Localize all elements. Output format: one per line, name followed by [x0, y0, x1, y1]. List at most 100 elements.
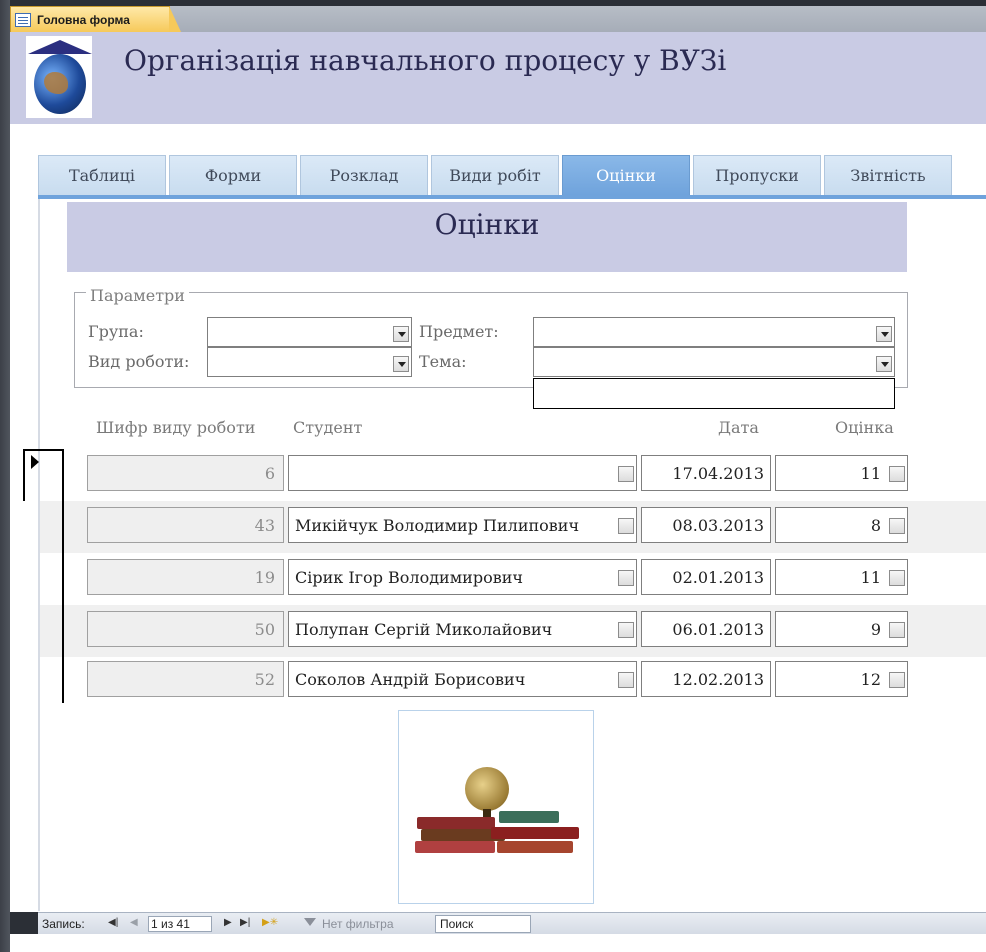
chevron-down-icon[interactable] — [889, 672, 905, 688]
chevron-down-icon[interactable] — [393, 326, 409, 342]
current-record-icon — [31, 455, 39, 469]
topic-combo[interactable] — [533, 347, 895, 377]
chevron-down-icon[interactable] — [889, 466, 905, 482]
grade-combo[interactable]: 11 — [775, 559, 908, 595]
code-value: 6 — [264, 464, 275, 483]
form-icon — [15, 12, 31, 27]
tab-grades[interactable]: Оцінки — [562, 155, 690, 195]
student-value: Сірик Ігор Володимирович — [295, 568, 523, 587]
student-combo[interactable]: Сірик Ігор Володимирович — [288, 559, 637, 595]
book — [499, 811, 559, 823]
code-value: 19 — [254, 568, 275, 587]
document-tab[interactable]: Головна форма — [10, 6, 181, 32]
column-header-code: Шифр виду роботи — [96, 418, 256, 437]
chevron-down-icon[interactable] — [618, 570, 634, 586]
tab-underline — [38, 195, 986, 199]
code-field[interactable]: 52 — [87, 661, 284, 697]
section-title: Оцінки — [434, 208, 540, 241]
date-value: 02.01.2013 — [672, 568, 764, 587]
date-field[interactable]: 17.04.2013 — [641, 455, 771, 491]
worktype-combo[interactable] — [207, 347, 412, 377]
column-header-date: Дата — [718, 418, 759, 437]
previous-record-icon[interactable]: ◀ — [130, 917, 138, 928]
record-label: Запись: — [42, 917, 85, 931]
code-value: 50 — [254, 620, 275, 639]
date-field[interactable]: 12.02.2013 — [641, 661, 771, 697]
search-input[interactable]: Поиск — [435, 915, 531, 933]
grade-value: 9 — [870, 620, 881, 639]
subject-label: Предмет: — [419, 322, 499, 341]
date-field[interactable]: 02.01.2013 — [641, 559, 771, 595]
chevron-down-icon[interactable] — [889, 570, 905, 586]
group-label: Група: — [88, 322, 144, 341]
current-record-field[interactable]: 1 из 41 — [148, 916, 212, 932]
student-combo[interactable]: Полупан Сергій Миколайович — [288, 611, 637, 647]
tab-forms[interactable]: Форми — [169, 155, 297, 195]
grade-combo[interactable]: 8 — [775, 507, 908, 543]
date-value: 12.02.2013 — [672, 670, 764, 689]
tab-reports[interactable]: Звітність — [824, 155, 952, 195]
column-header-grade: Оцінка — [835, 418, 894, 437]
chevron-down-icon[interactable] — [876, 356, 892, 372]
graduation-cap-icon — [28, 40, 92, 54]
chevron-down-icon[interactable] — [876, 326, 892, 342]
record-selector[interactable] — [23, 553, 64, 605]
tab-tables[interactable]: Таблиці — [38, 155, 166, 195]
logo — [26, 36, 92, 118]
topic-dropdown-list[interactable] — [533, 378, 895, 409]
student-combo[interactable] — [288, 455, 637, 491]
record-selector[interactable] — [23, 449, 64, 501]
books-globe-image — [398, 710, 594, 904]
tab-absences[interactable]: Пропуски — [693, 155, 821, 195]
record-selector[interactable] — [23, 501, 64, 553]
grade-value: 12 — [860, 670, 881, 689]
chevron-down-icon[interactable] — [618, 622, 634, 638]
student-value: Микійчук Володимир Пилипович — [295, 516, 580, 535]
globe-icon — [465, 767, 509, 811]
record-selector[interactable] — [23, 605, 64, 657]
date-value: 06.01.2013 — [672, 620, 764, 639]
code-field[interactable]: 50 — [87, 611, 284, 647]
chevron-down-icon[interactable] — [889, 518, 905, 534]
new-record-icon[interactable]: ▶✳ — [262, 917, 278, 928]
tab-schedule[interactable]: Розклад — [300, 155, 428, 195]
grade-combo[interactable]: 11 — [775, 455, 908, 491]
book — [497, 841, 573, 853]
tab-work-types[interactable]: Види робіт — [431, 155, 559, 195]
record-selector[interactable] — [23, 657, 64, 703]
date-value: 17.04.2013 — [672, 464, 764, 483]
window-frame — [0, 0, 10, 952]
last-record-icon[interactable]: ▶| — [240, 917, 250, 928]
globe-icon — [34, 54, 86, 114]
date-field[interactable]: 06.01.2013 — [641, 611, 771, 647]
chevron-down-icon[interactable] — [618, 466, 634, 482]
grade-value: 11 — [860, 568, 881, 587]
chevron-down-icon[interactable] — [889, 622, 905, 638]
code-field[interactable]: 6 — [87, 455, 284, 491]
first-record-icon[interactable]: ◀| — [108, 917, 118, 928]
date-field[interactable]: 08.03.2013 — [641, 507, 771, 543]
chevron-down-icon[interactable] — [618, 518, 634, 534]
grade-combo[interactable]: 12 — [775, 661, 908, 697]
filter-icon — [304, 918, 316, 929]
app-title: Організація навчального процесу у ВУЗі — [124, 44, 727, 77]
code-field[interactable]: 19 — [87, 559, 284, 595]
chevron-down-icon[interactable] — [393, 356, 409, 372]
record-navigation-bar: Запись: ◀| ◀ 1 из 41 ▶ ▶| ▶✳ Нет фильтра… — [38, 912, 986, 934]
grade-value: 8 — [870, 516, 881, 535]
book — [491, 827, 579, 839]
student-combo[interactable]: Микійчук Володимир Пилипович — [288, 507, 637, 543]
subject-combo[interactable] — [533, 317, 895, 347]
next-record-icon[interactable]: ▶ — [224, 917, 232, 928]
code-value: 43 — [254, 516, 275, 535]
worktype-label: Вид роботи: — [88, 352, 190, 371]
filter-status[interactable]: Нет фильтра — [322, 917, 394, 931]
code-field[interactable]: 43 — [87, 507, 284, 543]
document-tabstrip: Головна форма — [10, 6, 986, 32]
student-combo[interactable]: Соколов Андрій Борисович — [288, 661, 637, 697]
student-value: Полупан Сергій Миколайович — [295, 620, 553, 639]
window-bottom — [10, 934, 986, 952]
chevron-down-icon[interactable] — [618, 672, 634, 688]
group-combo[interactable] — [207, 317, 412, 347]
grade-combo[interactable]: 9 — [775, 611, 908, 647]
